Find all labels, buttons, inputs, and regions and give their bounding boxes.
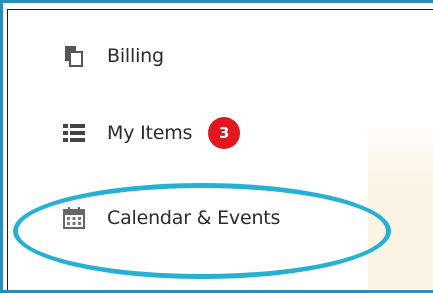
menu-item-label: My Items — [107, 122, 193, 144]
billing-icon — [61, 43, 87, 69]
menu-item-my-items[interactable]: My Items 3 — [61, 117, 241, 149]
menu-item-label: Calendar & Events — [107, 207, 281, 229]
menu-item-label: Billing — [107, 45, 164, 67]
notification-badge: 3 — [208, 117, 241, 149]
background-decoration — [368, 123, 433, 290]
screenshot-frame: Billing My Items 3 Calendar & Events — [0, 0, 433, 293]
menu-item-calendar-events[interactable]: Calendar & Events — [61, 203, 280, 233]
menu-item-billing[interactable]: Billing — [61, 41, 164, 71]
calendar-icon — [61, 205, 87, 231]
list-icon — [61, 120, 87, 146]
